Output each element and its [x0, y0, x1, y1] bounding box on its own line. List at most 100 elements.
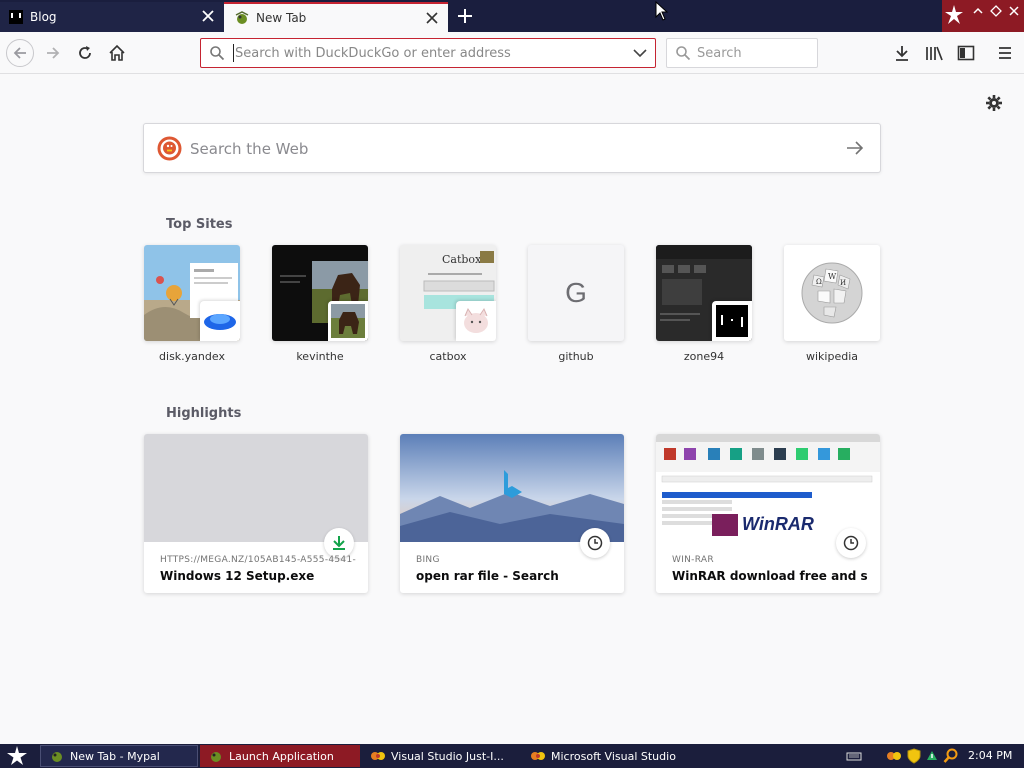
update-tray-icon[interactable] [924, 748, 940, 764]
download-icon [324, 528, 354, 558]
duckduckgo-logo-icon [157, 136, 182, 161]
taskbar-item-vs-jit[interactable]: Visual Studio Just-I... [362, 745, 520, 767]
minimize-icon[interactable] [972, 5, 984, 17]
highlight-source: WIN-RAR [672, 555, 714, 565]
reload-button[interactable] [72, 40, 98, 66]
visual-studio-icon [531, 752, 545, 760]
top-site-label: catbox [429, 350, 467, 363]
highlight-title: WinRAR download free and sup... [672, 569, 868, 583]
reload-icon [79, 46, 91, 59]
site-thumbnail: G [528, 245, 624, 341]
search-bar[interactable] [666, 38, 818, 68]
highlight-thumbnail [144, 434, 368, 542]
top-site-tile[interactable]: G github [528, 245, 624, 363]
top-site-label: kevinthe [296, 350, 344, 363]
back-arrow-icon [13, 47, 26, 59]
tab-strip: Blog New Tab [0, 0, 1024, 32]
url-input[interactable] [233, 44, 623, 62]
window-controls [942, 0, 1024, 32]
top-site-tile[interactable]: Ω W И wikipedia [784, 245, 880, 363]
search-tray-icon[interactable] [943, 748, 959, 764]
taskbar-item-new-tab[interactable]: New Tab - Mypal [40, 745, 198, 767]
taskbar-item-label: Launch Application [229, 749, 334, 763]
new-tab-plus-icon[interactable] [455, 6, 475, 26]
visual-studio-jit-icon [371, 752, 385, 760]
home-button[interactable] [104, 40, 130, 66]
search-submit-arrow-icon[interactable] [846, 140, 864, 156]
top-site-tile[interactable]: Catbox catbox [400, 245, 496, 363]
home-icon [109, 44, 125, 61]
maximize-icon[interactable] [990, 5, 1002, 17]
close-tab-icon[interactable] [200, 8, 216, 24]
downloads-button[interactable] [889, 40, 915, 66]
close-tab-icon[interactable] [424, 10, 440, 26]
library-button[interactable] [921, 40, 947, 66]
network-tray-icon[interactable] [886, 748, 902, 764]
top-site-tile[interactable]: kevinthe [272, 245, 368, 363]
launch-app-icon [211, 752, 221, 762]
back-button[interactable] [6, 39, 34, 67]
top-site-tile[interactable]: zone94 [656, 245, 752, 363]
catbox-cat-favicon-icon [456, 301, 496, 341]
highlight-card[interactable]: HTTPS://MEGA.NZ/105AB145-A555-4541-A... … [144, 434, 368, 593]
mypal-app-icon [52, 752, 62, 762]
search-icon [676, 46, 691, 61]
chevron-down-icon[interactable] [633, 47, 647, 59]
highlight-source: HTTPS://MEGA.NZ/105AB145-A555-4541-A... [160, 555, 356, 565]
site-thumbnail [272, 245, 368, 341]
svg-text:W: W [828, 272, 837, 281]
mypal-favicon-icon [234, 10, 250, 26]
taskbar-item-visual-studio[interactable]: Microsoft Visual Studio [522, 745, 682, 767]
hamburger-menu-icon [999, 47, 1011, 59]
tab-title: Blog [30, 10, 57, 24]
top-site-label: wikipedia [805, 350, 858, 363]
highlight-card[interactable]: BING open rar file - Search [400, 434, 624, 593]
taskbar-item-label: Microsoft Visual Studio [551, 749, 676, 763]
highlight-thumbnail [400, 434, 624, 542]
mouse-cursor-icon [655, 1, 669, 21]
menu-button[interactable] [992, 40, 1018, 66]
taskbar-item-launch-application[interactable]: Launch Application [200, 745, 360, 767]
security-shield-tray-icon[interactable] [906, 748, 922, 764]
taskbar-item-label: Visual Studio Just-I... [391, 749, 504, 763]
web-search-input[interactable] [190, 138, 790, 160]
sidebar-button[interactable] [953, 40, 979, 66]
highlight-title: Windows 12 Setup.exe [160, 569, 315, 583]
tab-blog[interactable]: Blog [0, 2, 224, 32]
gear-icon[interactable] [985, 94, 1003, 112]
site-thumbnail [144, 245, 240, 341]
sidebar-icon [957, 45, 975, 61]
taskbar: New Tab - Mypal Launch Application Visua… [0, 744, 1024, 768]
top-site-label: github [558, 350, 594, 363]
download-icon [896, 46, 908, 61]
forward-button[interactable] [40, 40, 66, 66]
web-search-box[interactable] [143, 123, 881, 173]
site-thumbnail [656, 245, 752, 341]
top-site-label: disk.yandex [159, 350, 225, 363]
new-tab-page: Top Sites disk.yandex [0, 74, 1024, 744]
github-letter-icon: G [565, 277, 587, 308]
search-icon [210, 46, 225, 61]
svg-text:Ω: Ω [816, 278, 822, 286]
search-input[interactable] [697, 44, 807, 62]
top-site-tile[interactable]: disk.yandex [144, 245, 240, 363]
tab-new-tab[interactable]: New Tab [224, 2, 448, 32]
navigation-toolbar [0, 32, 1024, 74]
highlight-source: BING [416, 555, 440, 565]
highlight-card[interactable]: WinRAR WIN-RAR WinRAR download free and … [656, 434, 880, 593]
start-menu-star-icon[interactable] [4, 745, 30, 767]
clock-icon [836, 528, 866, 558]
library-icon [926, 46, 943, 61]
url-bar[interactable] [200, 38, 656, 68]
keyboard-tray-icon[interactable] [846, 748, 862, 764]
forward-arrow-icon [47, 47, 60, 59]
top-sites-heading: Top Sites [166, 217, 233, 232]
highlight-thumbnail: WinRAR [656, 434, 880, 542]
top-site-label: zone94 [683, 350, 725, 363]
highlight-title: open rar file - Search [416, 569, 559, 583]
kevinthe-favicon-icon [328, 301, 368, 341]
taskbar-clock[interactable]: 2:04 PM [968, 749, 1012, 762]
site-thumbnail: Catbox [400, 245, 496, 341]
close-window-icon[interactable] [1008, 5, 1020, 17]
app-star-icon [945, 5, 963, 24]
